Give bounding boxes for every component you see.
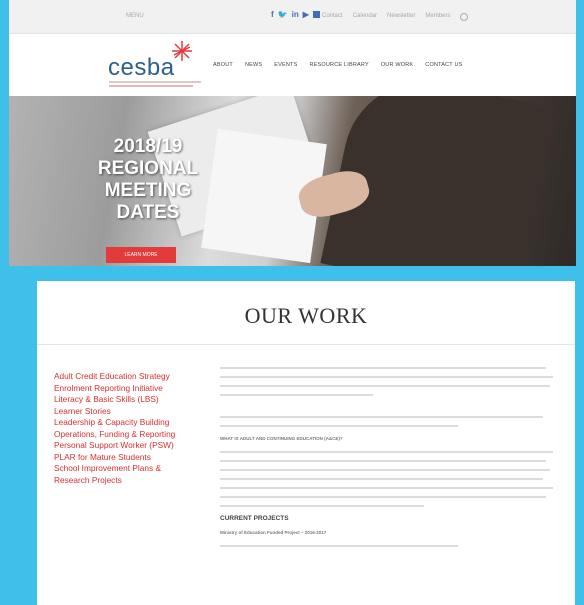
youtube-icon[interactable]: ▶ — [303, 10, 309, 19]
sidebar-item-enrolment[interactable]: Enrolment Reporting Initiative — [54, 383, 214, 395]
social-links: f 🐦 in ▶ — [271, 10, 320, 19]
nav-about[interactable]: ABOUT — [213, 62, 233, 68]
section-heading: WHAT IS ADULT AND CONTINUING EDUCATION (… — [220, 436, 343, 441]
main-content: WHAT IS ADULT AND CONTINUING EDUCATION (… — [220, 360, 560, 554]
divider — [37, 344, 575, 345]
nav-events[interactable]: EVENTS — [274, 62, 297, 68]
facebook-icon[interactable]: f — [271, 10, 274, 19]
text-line — [220, 425, 458, 427]
text-line — [220, 367, 547, 369]
top-link-calendar[interactable]: Calendar — [353, 13, 377, 21]
text-line — [220, 451, 554, 453]
top-bar: MENU f 🐦 in ▶ Contact Calendar Newslette… — [9, 0, 576, 34]
sidebar-item-adult-credit[interactable]: Adult Credit Education Strategy — [54, 371, 214, 383]
text-line — [220, 469, 550, 471]
learn-more-button[interactable]: LEARN MORE — [106, 247, 176, 263]
hero-banner: 2018/19 REGIONAL MEETING DATES LEARN MOR… — [9, 96, 576, 266]
sidebar-nav: Adult Credit Education Strategy Enrolmen… — [54, 371, 214, 486]
text-line — [220, 496, 547, 498]
project-title: Ministry of Education Funded Project – 2… — [220, 530, 327, 535]
sidebar-item-leadership[interactable]: Leadership & Capacity Building — [54, 417, 214, 429]
hero-title: 2018/19 REGIONAL MEETING DATES — [83, 136, 213, 224]
hero-title-line: 2018/19 — [113, 136, 183, 157]
text-line — [220, 505, 424, 507]
website-screenshot-top: MENU f 🐦 in ▶ Contact Calendar Newslette… — [9, 0, 576, 266]
nav-our-work[interactable]: OUR WORK — [381, 62, 413, 68]
sidebar-item-operations[interactable]: Operations, Funding & Reporting — [54, 429, 214, 441]
text-line — [220, 394, 373, 396]
nav-contact-us[interactable]: CONTACT US — [425, 62, 462, 68]
text-line — [220, 376, 554, 378]
hero-title-line: MEETING — [104, 180, 192, 201]
logo-star-icon — [172, 41, 192, 61]
logo-tagline — [109, 81, 201, 83]
main-nav: ABOUT NEWS EVENTS RESOURCE LIBRARY OUR W… — [213, 62, 463, 68]
sidebar-item-literacy[interactable]: Literacy & Basic Skills (LBS) — [54, 394, 214, 406]
logo-tagline-2 — [109, 85, 193, 87]
site-header: cesba ABOUT NEWS EVENTS RESOURCE LIBRARY… — [9, 34, 576, 96]
search-icon[interactable] — [460, 13, 469, 21]
nav-news[interactable]: NEWS — [245, 62, 262, 68]
nav-resource-library[interactable]: RESOURCE LIBRARY — [309, 62, 368, 68]
hero-title-line: REGIONAL — [97, 158, 199, 179]
page-title: OUR WORK — [244, 303, 368, 328]
twitter-icon[interactable]: 🐦 — [278, 10, 288, 19]
top-link-members[interactable]: Members — [425, 13, 450, 21]
text-line — [220, 487, 554, 489]
logo-text[interactable]: cesba — [108, 54, 175, 82]
top-links: Contact Calendar Newsletter Members — [322, 13, 469, 21]
text-line — [220, 385, 550, 387]
website-screenshot-our-work: OUR WORK Adult Credit Education Strategy… — [37, 281, 575, 605]
text-line — [220, 478, 543, 480]
email-icon[interactable] — [312, 11, 320, 18]
current-projects-heading: CURRENT PROJECTS — [220, 515, 289, 522]
sidebar-item-school-improvement[interactable]: School Improvement Plans & — [54, 463, 214, 475]
text-line — [220, 416, 543, 418]
top-link-newsletter[interactable]: Newsletter — [387, 13, 415, 21]
sidebar-item-learner-stories[interactable]: Learner Stories — [54, 406, 214, 418]
sidebar-item-research[interactable]: Research Projects — [54, 475, 214, 487]
linkedin-icon[interactable]: in — [292, 10, 299, 19]
text-line — [220, 460, 547, 462]
hero-title-line: DATES — [116, 202, 180, 223]
text-line — [220, 545, 458, 547]
sidebar-item-psw[interactable]: Personal Support Worker (PSW) — [54, 440, 214, 452]
top-link-contact[interactable]: Contact — [322, 13, 343, 21]
menu-link[interactable]: MENU — [126, 13, 144, 19]
sidebar-item-plar[interactable]: PLAR for Mature Students — [54, 452, 214, 464]
